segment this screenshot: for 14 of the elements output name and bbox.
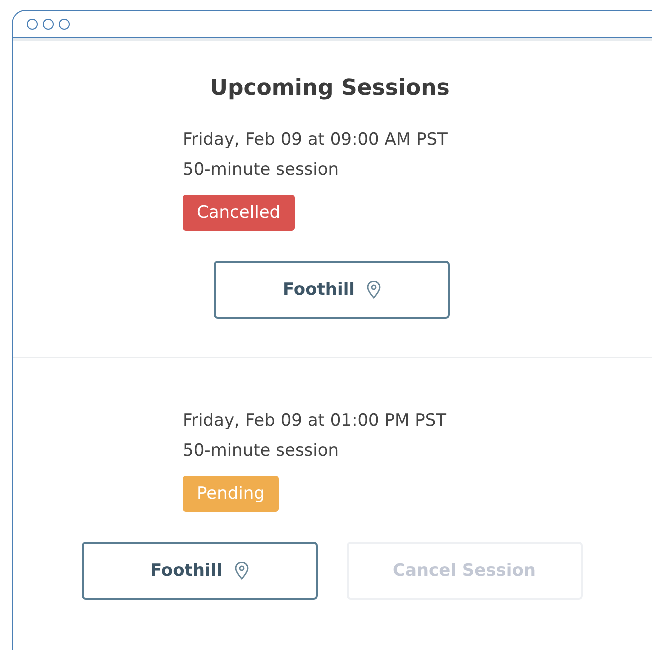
window-control-icon[interactable] <box>43 18 54 30</box>
location-button[interactable]: Foothill <box>214 261 450 319</box>
session-duration: 50-minute session <box>183 440 340 463</box>
map-pin-icon <box>367 281 381 299</box>
location-button[interactable]: Foothill <box>82 542 318 600</box>
page-heading: Upcoming Sessions <box>209 76 451 101</box>
map-pin-icon <box>234 562 248 580</box>
session-duration: 50-minute session <box>183 159 340 182</box>
session-datetime: Friday, Feb 09 at 01:00 PM PST <box>183 410 446 433</box>
status-badge: Cancelled <box>183 195 295 231</box>
window-control-icon[interactable] <box>27 18 38 30</box>
status-badge: Pending <box>183 476 279 512</box>
session-datetime: Friday, Feb 09 at 09:00 AM PST <box>183 129 448 152</box>
window-control-icon[interactable] <box>59 18 70 30</box>
